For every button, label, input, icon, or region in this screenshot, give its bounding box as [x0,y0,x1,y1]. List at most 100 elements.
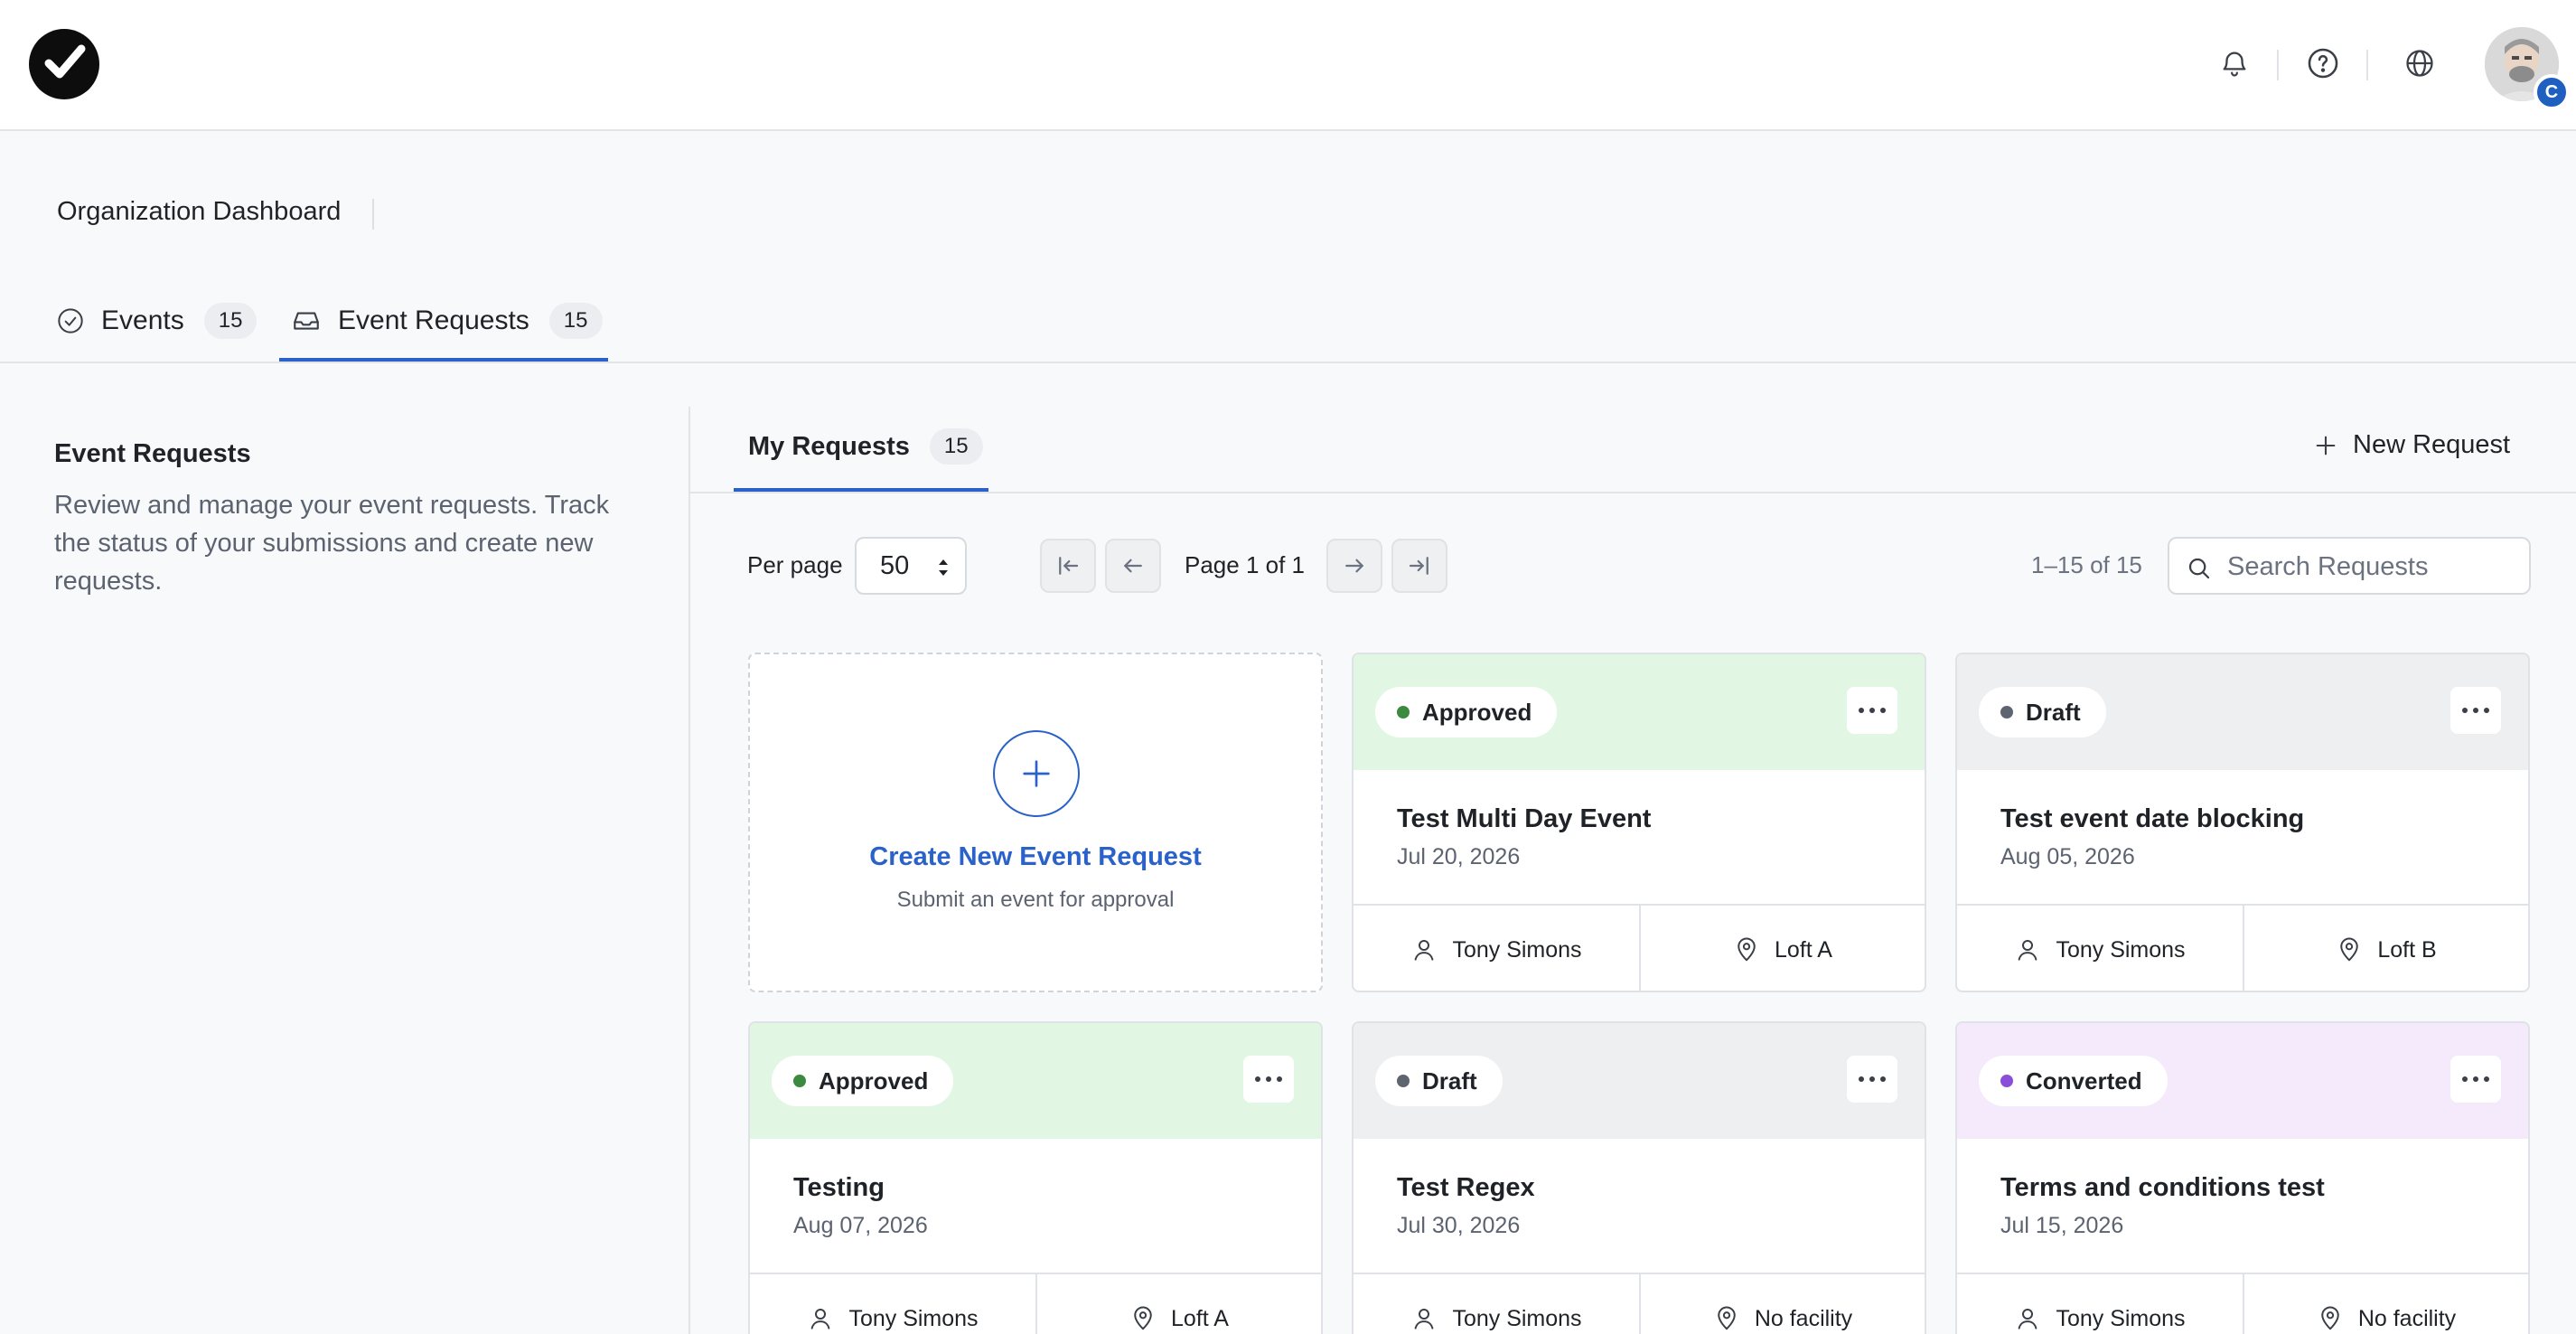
tab-label: Events [101,305,184,335]
divider [372,199,374,230]
per-page-value: 50 [880,550,910,580]
page-title: Organization Dashboard [57,197,342,226]
dot [2473,1076,2478,1082]
card-footer: Tony Simons No facility [1957,1273,2528,1334]
sidebar-title: Event Requests [54,439,251,468]
status-badge: Converted [1979,1056,2168,1106]
user-icon [1415,1309,1434,1329]
card-title: Testing [793,1173,885,1202]
first-page-icon [1059,557,1079,575]
bell-icon[interactable] [2215,43,2254,83]
owner-name: Tony Simons [1452,1305,1582,1331]
location-pin-icon [2321,1306,2339,1330]
tabs-divider [0,362,2576,363]
per-page-label: Per page [747,551,843,578]
dot [1255,1076,1260,1082]
request-card[interactable]: Converted Terms and conditions test Jul 15… [1955,1021,2530,1334]
tab-count: 15 [203,303,258,339]
dot [1880,1076,1886,1082]
more-options-button[interactable] [1243,1056,1294,1103]
card-footer: Tony Simons Loft A [750,1273,1321,1334]
location-name: No facility [2357,1305,2457,1331]
status-dot [1397,1075,1410,1087]
status-label: Approved [1422,698,1532,726]
tab-label: Event Requests [338,305,529,335]
per-page-select[interactable]: 50 [855,537,967,595]
card-footer: Tony Simons No facility [1354,1273,1925,1334]
dot [1859,1076,1864,1082]
search-icon [2188,558,2210,579]
tab-count: 15 [929,428,983,465]
next-page-button[interactable] [1326,539,1382,593]
status-badge: Draft [1979,687,2106,737]
search-input[interactable] [2227,548,2516,586]
create-card-subtitle: Submit an event for approval [896,888,1175,912]
create-circle [993,730,1080,817]
status-dot [2000,706,2013,719]
help-circle-icon[interactable] [2303,43,2343,83]
request-card[interactable]: Approved Testing Aug 07, 2026 Tony Simons Lo… [748,1021,1323,1334]
dot [2484,708,2489,713]
card-header: Draft [1957,654,2528,770]
owner-name: Tony Simons [1452,936,1582,963]
dot [2462,1076,2468,1082]
tab-event-requests[interactable]: Event Requests 15 [291,298,603,343]
request-card[interactable]: Draft Test Regex Jul 30, 2026 Tony Simons No… [1352,1021,1926,1334]
card-location: Loft B [2243,906,2528,991]
location-pin-icon [1718,1306,1736,1330]
tab-events[interactable]: Events 15 [56,298,258,343]
owner-name: Tony Simons [2056,1305,2186,1331]
app-logo[interactable] [29,29,99,99]
more-options-button[interactable] [1847,687,1897,734]
card-title: Test Regex [1397,1173,1535,1202]
card-location: No facility [2243,1274,2528,1334]
more-options-button[interactable] [1847,1056,1897,1103]
plus-icon [1023,760,1050,787]
request-card[interactable]: Approved Test Multi Day Event Jul 20, 2026… [1352,653,1926,992]
status-label: Approved [819,1066,929,1094]
status-dot [2000,1075,2013,1087]
first-page-button[interactable] [1040,539,1096,593]
status-label: Draft [1422,1066,1477,1094]
dot [1869,1076,1875,1082]
page-indicator: Page 1 of 1 [1185,551,1305,578]
more-options-button[interactable] [2450,687,2501,734]
card-owner: Tony Simons [750,1274,1035,1334]
status-badge: Approved [1375,687,1558,737]
card-title: Test event date blocking [2000,804,2305,833]
status-label: Draft [2026,698,2081,726]
tab-my-requests[interactable]: My Requests 15 [748,428,983,465]
user-icon [2019,1309,2037,1329]
new-request-label: New Request [2353,430,2511,459]
new-request-button[interactable]: New Request [2313,430,2510,460]
prev-page-button[interactable] [1105,539,1161,593]
card-owner: Tony Simons [1354,1274,1639,1334]
create-request-card[interactable]: Create New Event Request Submit an event… [748,653,1323,992]
more-options-button[interactable] [2450,1056,2501,1103]
request-card[interactable]: Draft Test event date blocking Aug 05, 202… [1955,653,2530,992]
last-page-button[interactable] [1391,539,1447,593]
user-icon [1415,940,1434,961]
card-location: Loft A [1035,1274,1321,1334]
card-title: Terms and conditions test [2000,1173,2325,1202]
inbox-icon [294,312,319,330]
globe-icon[interactable] [2400,43,2440,83]
checkmark-logo-icon [44,44,86,79]
tab-count: 15 [548,303,603,339]
card-date: Aug 07, 2026 [793,1213,928,1238]
owner-name: Tony Simons [2056,936,2186,963]
card-date: Jul 20, 2026 [1397,844,1521,869]
status-dot [793,1075,806,1087]
divider [2366,50,2368,80]
card-date: Aug 05, 2026 [2000,844,2135,869]
card-date: Jul 15, 2026 [2000,1213,2124,1238]
card-location: Loft A [1639,906,1925,991]
card-date: Jul 30, 2026 [1397,1213,1521,1238]
location-name: No facility [1754,1305,1853,1331]
select-arrows-icon [939,559,948,576]
location-name: Loft A [1775,936,1832,963]
arrow-right-icon [1345,559,1363,573]
dot [2473,708,2478,713]
card-header: Converted [1957,1023,2528,1139]
card-header: Approved [1354,654,1925,770]
